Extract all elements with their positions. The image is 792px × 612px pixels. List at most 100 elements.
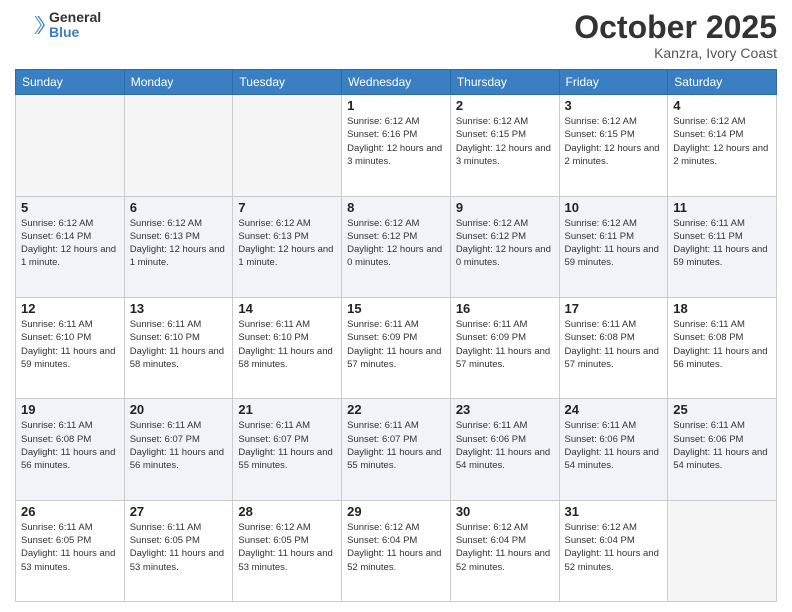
day-info: Sunrise: 6:12 AM Sunset: 6:04 PM Dayligh… [565, 521, 663, 574]
day-info: Sunrise: 6:11 AM Sunset: 6:08 PM Dayligh… [673, 318, 771, 371]
day-info: Sunrise: 6:11 AM Sunset: 6:10 PM Dayligh… [21, 318, 119, 371]
day-number: 17 [565, 301, 663, 316]
day-info: Sunrise: 6:11 AM Sunset: 6:08 PM Dayligh… [21, 419, 119, 472]
calendar-cell: 14 Sunrise: 6:11 AM Sunset: 6:10 PM Dayli… [233, 297, 342, 398]
day-info: Sunrise: 6:11 AM Sunset: 6:06 PM Dayligh… [673, 419, 771, 472]
day-number: 5 [21, 200, 119, 215]
day-number: 19 [21, 402, 119, 417]
calendar-cell: 2 Sunrise: 6:12 AM Sunset: 6:15 PM Daylig… [450, 95, 559, 196]
calendar-cell [124, 95, 233, 196]
day-number: 10 [565, 200, 663, 215]
weekday-header-monday: Monday [124, 70, 233, 95]
calendar-cell: 28 Sunrise: 6:12 AM Sunset: 6:05 PM Dayli… [233, 500, 342, 601]
calendar-cell [668, 500, 777, 601]
day-number: 18 [673, 301, 771, 316]
calendar-week-1: 1Sunrise: 6:12 AM Sunset: 6:16 PM Daylig… [16, 95, 777, 196]
day-number: 16 [456, 301, 554, 316]
calendar-cell: 26Sunrise: 6:11 AM Sunset: 6:05 PM Dayli… [16, 500, 125, 601]
weekday-header-saturday: Saturday [668, 70, 777, 95]
day-number: 2 [456, 98, 554, 113]
day-number: 3 [565, 98, 663, 113]
calendar-cell: 16 Sunrise: 6:11 AM Sunset: 6:09 PM Dayli… [450, 297, 559, 398]
day-number: 11 [673, 200, 771, 215]
day-info: Sunrise: 6:12 AM Sunset: 6:15 PM Dayligh… [456, 115, 554, 168]
day-info: Sunrise: 6:11 AM Sunset: 6:05 PM Dayligh… [130, 521, 228, 574]
calendar-cell: 17Sunrise: 6:11 AM Sunset: 6:08 PM Dayli… [559, 297, 668, 398]
day-number: 6 [130, 200, 228, 215]
weekday-header-wednesday: Wednesday [342, 70, 451, 95]
weekday-header-tuesday: Tuesday [233, 70, 342, 95]
calendar-cell: 1Sunrise: 6:12 AM Sunset: 6:16 PM Daylig… [342, 95, 451, 196]
calendar-cell: 19 Sunrise: 6:11 AM Sunset: 6:08 PM Dayli… [16, 399, 125, 500]
calendar-cell: 13Sunrise: 6:11 AM Sunset: 6:10 PM Dayli… [124, 297, 233, 398]
day-info: Sunrise: 6:11 AM Sunset: 6:10 PM Dayligh… [130, 318, 228, 371]
calendar-week-4: 19 Sunrise: 6:11 AM Sunset: 6:08 PM Dayli… [16, 399, 777, 500]
day-info: Sunrise: 6:12 AM Sunset: 6:04 PM Dayligh… [456, 521, 554, 574]
day-number: 20 [130, 402, 228, 417]
day-info: Sunrise: 6:11 AM Sunset: 6:09 PM Dayligh… [347, 318, 445, 371]
day-info: Sunrise: 6:12 AM Sunset: 6:12 PM Dayligh… [347, 217, 445, 270]
day-number: 22 [347, 402, 445, 417]
calendar-cell: 11Sunrise: 6:11 AM Sunset: 6:11 PM Dayli… [668, 196, 777, 297]
calendar-cell: 24 Sunrise: 6:11 AM Sunset: 6:06 PM Dayli… [559, 399, 668, 500]
logo: General Blue [15, 10, 101, 41]
calendar-cell: 18 Sunrise: 6:11 AM Sunset: 6:08 PM Dayli… [668, 297, 777, 398]
calendar-table: SundayMondayTuesdayWednesdayThursdayFrid… [15, 69, 777, 602]
logo-icon [15, 10, 45, 40]
calendar-cell [16, 95, 125, 196]
day-info: Sunrise: 6:12 AM Sunset: 6:04 PM Dayligh… [347, 521, 445, 574]
logo-text: General Blue [49, 10, 101, 41]
month-title: October 2025 [574, 10, 777, 45]
day-info: Sunrise: 6:12 AM Sunset: 6:05 PM Dayligh… [238, 521, 336, 574]
calendar-cell: 3 Sunrise: 6:12 AM Sunset: 6:15 PM Daylig… [559, 95, 668, 196]
calendar-week-3: 12 Sunrise: 6:11 AM Sunset: 6:10 PM Dayli… [16, 297, 777, 398]
day-info: Sunrise: 6:12 AM Sunset: 6:14 PM Dayligh… [21, 217, 119, 270]
calendar-cell: 9Sunrise: 6:12 AM Sunset: 6:12 PM Daylig… [450, 196, 559, 297]
calendar-cell: 23 Sunrise: 6:11 AM Sunset: 6:06 PM Dayli… [450, 399, 559, 500]
calendar-cell [233, 95, 342, 196]
calendar-cell: 12 Sunrise: 6:11 AM Sunset: 6:10 PM Dayli… [16, 297, 125, 398]
day-info: Sunrise: 6:12 AM Sunset: 6:11 PM Dayligh… [565, 217, 663, 270]
day-info: Sunrise: 6:12 AM Sunset: 6:13 PM Dayligh… [130, 217, 228, 270]
weekday-header-friday: Friday [559, 70, 668, 95]
day-info: Sunrise: 6:11 AM Sunset: 6:10 PM Dayligh… [238, 318, 336, 371]
day-number: 25 [673, 402, 771, 417]
day-number: 7 [238, 200, 336, 215]
day-number: 8 [347, 200, 445, 215]
day-info: Sunrise: 6:11 AM Sunset: 6:06 PM Dayligh… [456, 419, 554, 472]
day-number: 27 [130, 504, 228, 519]
logo-general-text: General [49, 10, 101, 25]
calendar-header-row: SundayMondayTuesdayWednesdayThursdayFrid… [16, 70, 777, 95]
calendar-cell: 30 Sunrise: 6:12 AM Sunset: 6:04 PM Dayli… [450, 500, 559, 601]
day-info: Sunrise: 6:12 AM Sunset: 6:15 PM Dayligh… [565, 115, 663, 168]
header: General Blue October 2025 Kanzra, Ivory … [15, 10, 777, 61]
day-number: 15 [347, 301, 445, 316]
day-info: Sunrise: 6:11 AM Sunset: 6:05 PM Dayligh… [21, 521, 119, 574]
calendar-cell: 10 Sunrise: 6:12 AM Sunset: 6:11 PM Dayli… [559, 196, 668, 297]
day-number: 29 [347, 504, 445, 519]
title-block: October 2025 Kanzra, Ivory Coast [574, 10, 777, 61]
day-info: Sunrise: 6:12 AM Sunset: 6:14 PM Dayligh… [673, 115, 771, 168]
calendar-cell: 7 Sunrise: 6:12 AM Sunset: 6:13 PM Daylig… [233, 196, 342, 297]
day-number: 31 [565, 504, 663, 519]
calendar-cell: 15 Sunrise: 6:11 AM Sunset: 6:09 PM Dayli… [342, 297, 451, 398]
day-info: Sunrise: 6:12 AM Sunset: 6:13 PM Dayligh… [238, 217, 336, 270]
location-subtitle: Kanzra, Ivory Coast [574, 45, 777, 61]
day-info: Sunrise: 6:11 AM Sunset: 6:06 PM Dayligh… [565, 419, 663, 472]
day-number: 1 [347, 98, 445, 113]
page: General Blue October 2025 Kanzra, Ivory … [0, 0, 792, 612]
day-number: 12 [21, 301, 119, 316]
calendar-cell: 27 Sunrise: 6:11 AM Sunset: 6:05 PM Dayli… [124, 500, 233, 601]
day-number: 28 [238, 504, 336, 519]
calendar-cell: 25 Sunrise: 6:11 AM Sunset: 6:06 PM Dayli… [668, 399, 777, 500]
day-number: 23 [456, 402, 554, 417]
weekday-header-sunday: Sunday [16, 70, 125, 95]
calendar-cell: 21Sunrise: 6:11 AM Sunset: 6:07 PM Dayli… [233, 399, 342, 500]
day-info: Sunrise: 6:11 AM Sunset: 6:07 PM Dayligh… [238, 419, 336, 472]
day-number: 14 [238, 301, 336, 316]
day-number: 4 [673, 98, 771, 113]
day-number: 30 [456, 504, 554, 519]
day-number: 24 [565, 402, 663, 417]
day-info: Sunrise: 6:12 AM Sunset: 6:12 PM Dayligh… [456, 217, 554, 270]
day-info: Sunrise: 6:11 AM Sunset: 6:09 PM Dayligh… [456, 318, 554, 371]
